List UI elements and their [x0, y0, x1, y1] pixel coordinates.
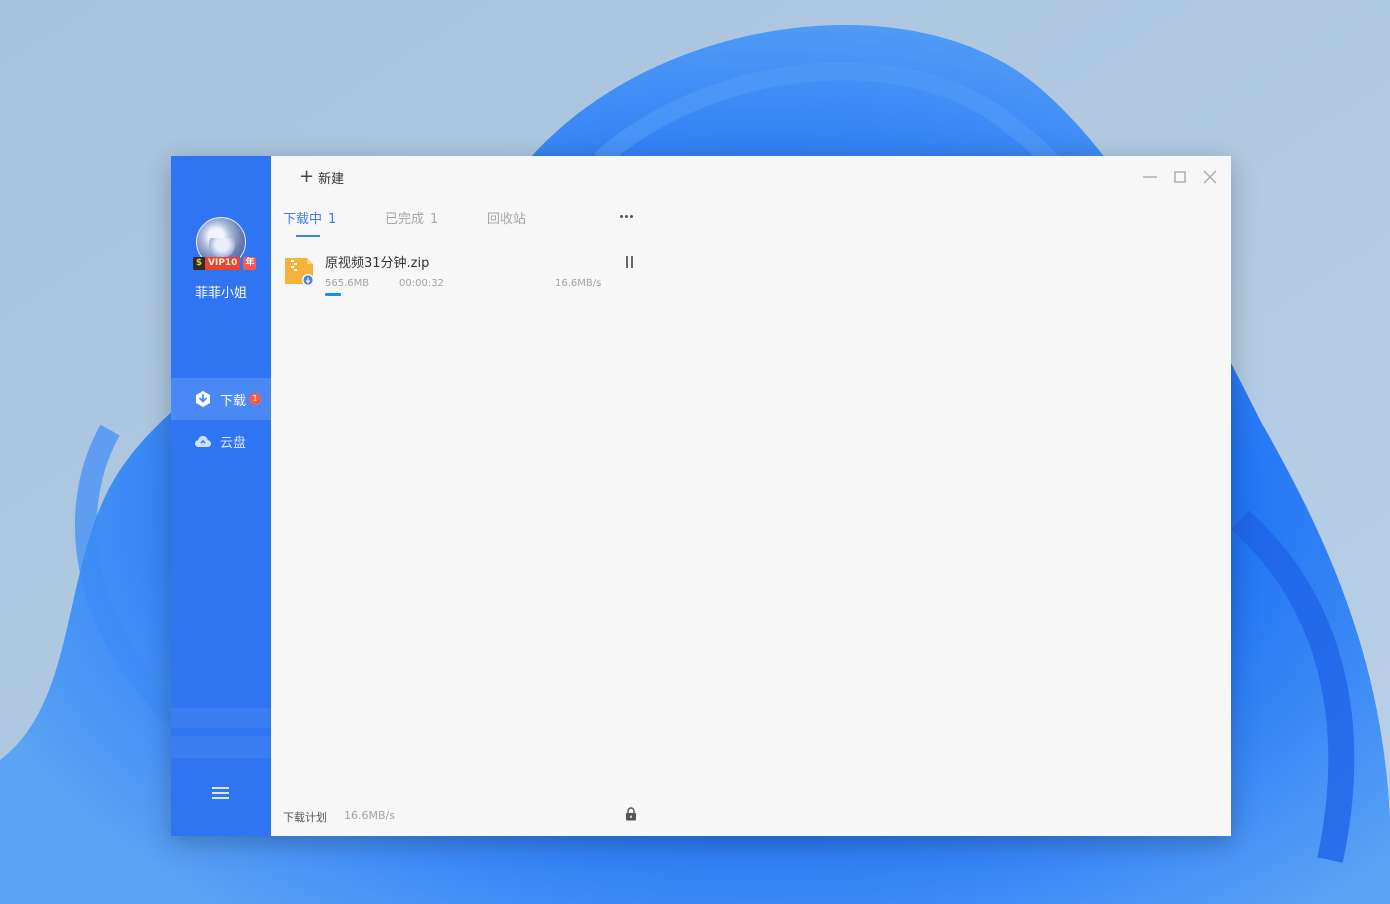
app-window: $ VIP10 年 菲菲小姐 下载 1 云盘 + 新建 下载中 1 已完成 1 … [171, 156, 1231, 836]
sidebar-item-cloud[interactable]: 云盘 [171, 420, 271, 462]
vip-badge: $ VIP10 年 [193, 257, 257, 270]
tab-label: 已完成 [385, 212, 425, 227]
sidebar-item-label: 下载 [220, 393, 247, 409]
hamburger-icon [212, 787, 229, 789]
hamburger-line [212, 792, 229, 794]
file-name[interactable]: 原视频31分钟.zip [325, 252, 429, 271]
vip-year: 年 [243, 257, 257, 270]
new-task-button[interactable]: + 新建 [299, 166, 345, 187]
minimize-icon[interactable] [1141, 168, 1159, 186]
time-remaining: 00:00:32 [399, 278, 444, 289]
file-size: 565.6MB [325, 278, 370, 289]
pause-button[interactable] [624, 256, 636, 268]
tab-active-indicator [296, 235, 320, 237]
sidebar-separator [171, 736, 271, 758]
tab-downloading[interactable]: 下载中 1 [283, 208, 336, 228]
sidebar-separator [171, 708, 271, 728]
download-progress-bar [325, 293, 341, 296]
close-icon[interactable] [1201, 168, 1219, 186]
more-options-icon[interactable] [620, 214, 634, 220]
download-count-badge: 1 [249, 393, 262, 405]
download-speed: 16.6MB/s [555, 278, 602, 289]
download-row[interactable]: 原视频31分钟.zip 565.6MB 00:00:32 16.6MB/s [283, 252, 643, 298]
plus-icon: + [299, 166, 315, 187]
tab-label: 下载中 [283, 212, 323, 227]
download-icon [196, 391, 210, 407]
tab-count: 1 [430, 212, 439, 227]
sidebar-item-label: 云盘 [220, 435, 247, 451]
zip-file-icon [285, 258, 314, 286]
sidebar: $ VIP10 年 菲菲小姐 下载 1 云盘 [171, 156, 271, 836]
tab-completed[interactable]: 已完成 1 [385, 208, 438, 228]
lock-icon[interactable] [625, 807, 637, 821]
total-speed: 16.6MB/s [344, 809, 395, 822]
sidebar-item-download[interactable]: 下载 1 [171, 378, 271, 420]
new-task-label: 新建 [318, 171, 345, 187]
tab-count: 1 [328, 212, 337, 227]
maximize-icon[interactable] [1171, 168, 1189, 186]
main-menu-button[interactable] [211, 784, 231, 802]
vip-mark: $ [193, 257, 205, 270]
cloud-icon [195, 436, 211, 447]
user-name[interactable]: 菲菲小姐 [171, 282, 271, 301]
download-plan-link[interactable]: 下载计划 [283, 809, 327, 825]
hamburger-line [212, 797, 229, 799]
tab-label: 回收站 [487, 212, 527, 227]
vip-level: VIP10 [205, 257, 241, 270]
tab-recycle-bin[interactable]: 回收站 [487, 208, 526, 228]
